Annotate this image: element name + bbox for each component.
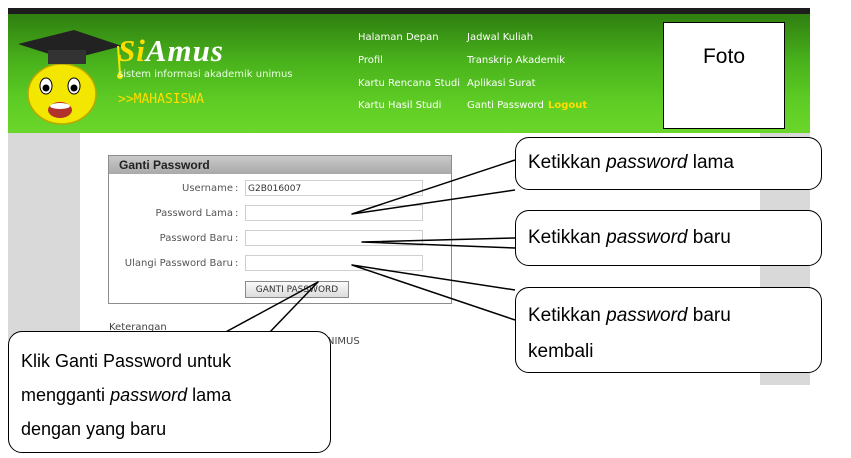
callout-klik-text-2: mengganti [21, 385, 111, 405]
pointer-baru [361, 237, 516, 249]
callout-baru-text-1: Ketikkan [528, 227, 607, 248]
callout-lama-text-2: password [606, 152, 688, 173]
callout-klik-text-4: lama [187, 385, 232, 405]
callout-lama-text-3: lama [687, 152, 734, 173]
callout-klik-text-3: password [110, 385, 188, 405]
callout-kembali-text-4: kembali [528, 341, 594, 362]
callout-kembali-text-2: password [606, 305, 688, 326]
callout-baru-text-3: baru [687, 227, 731, 248]
pointer-klik [221, 281, 319, 335]
pointer-kembali [351, 264, 516, 321]
callout-kembali-text-3: baru [687, 305, 731, 326]
callout-kembali-text-1: Ketikkan [528, 305, 607, 326]
pointer-lama [351, 159, 516, 215]
callout-klik-text-1: Klik Ganti Password untuk [21, 351, 232, 371]
callout-password-lama: Ketikkan password lama [515, 137, 822, 190]
callout-klik-text-5: dengan yang baru [21, 419, 167, 439]
callout-lama-text-1: Ketikkan [528, 152, 607, 173]
callout-ulangi-password: Ketikkan password baru kembali [515, 287, 822, 373]
callout-ganti-button: Klik Ganti Password untuk mengganti pass… [8, 331, 331, 453]
callout-baru-text-2: password [606, 227, 688, 248]
callout-password-baru: Ketikkan password baru [515, 210, 822, 266]
